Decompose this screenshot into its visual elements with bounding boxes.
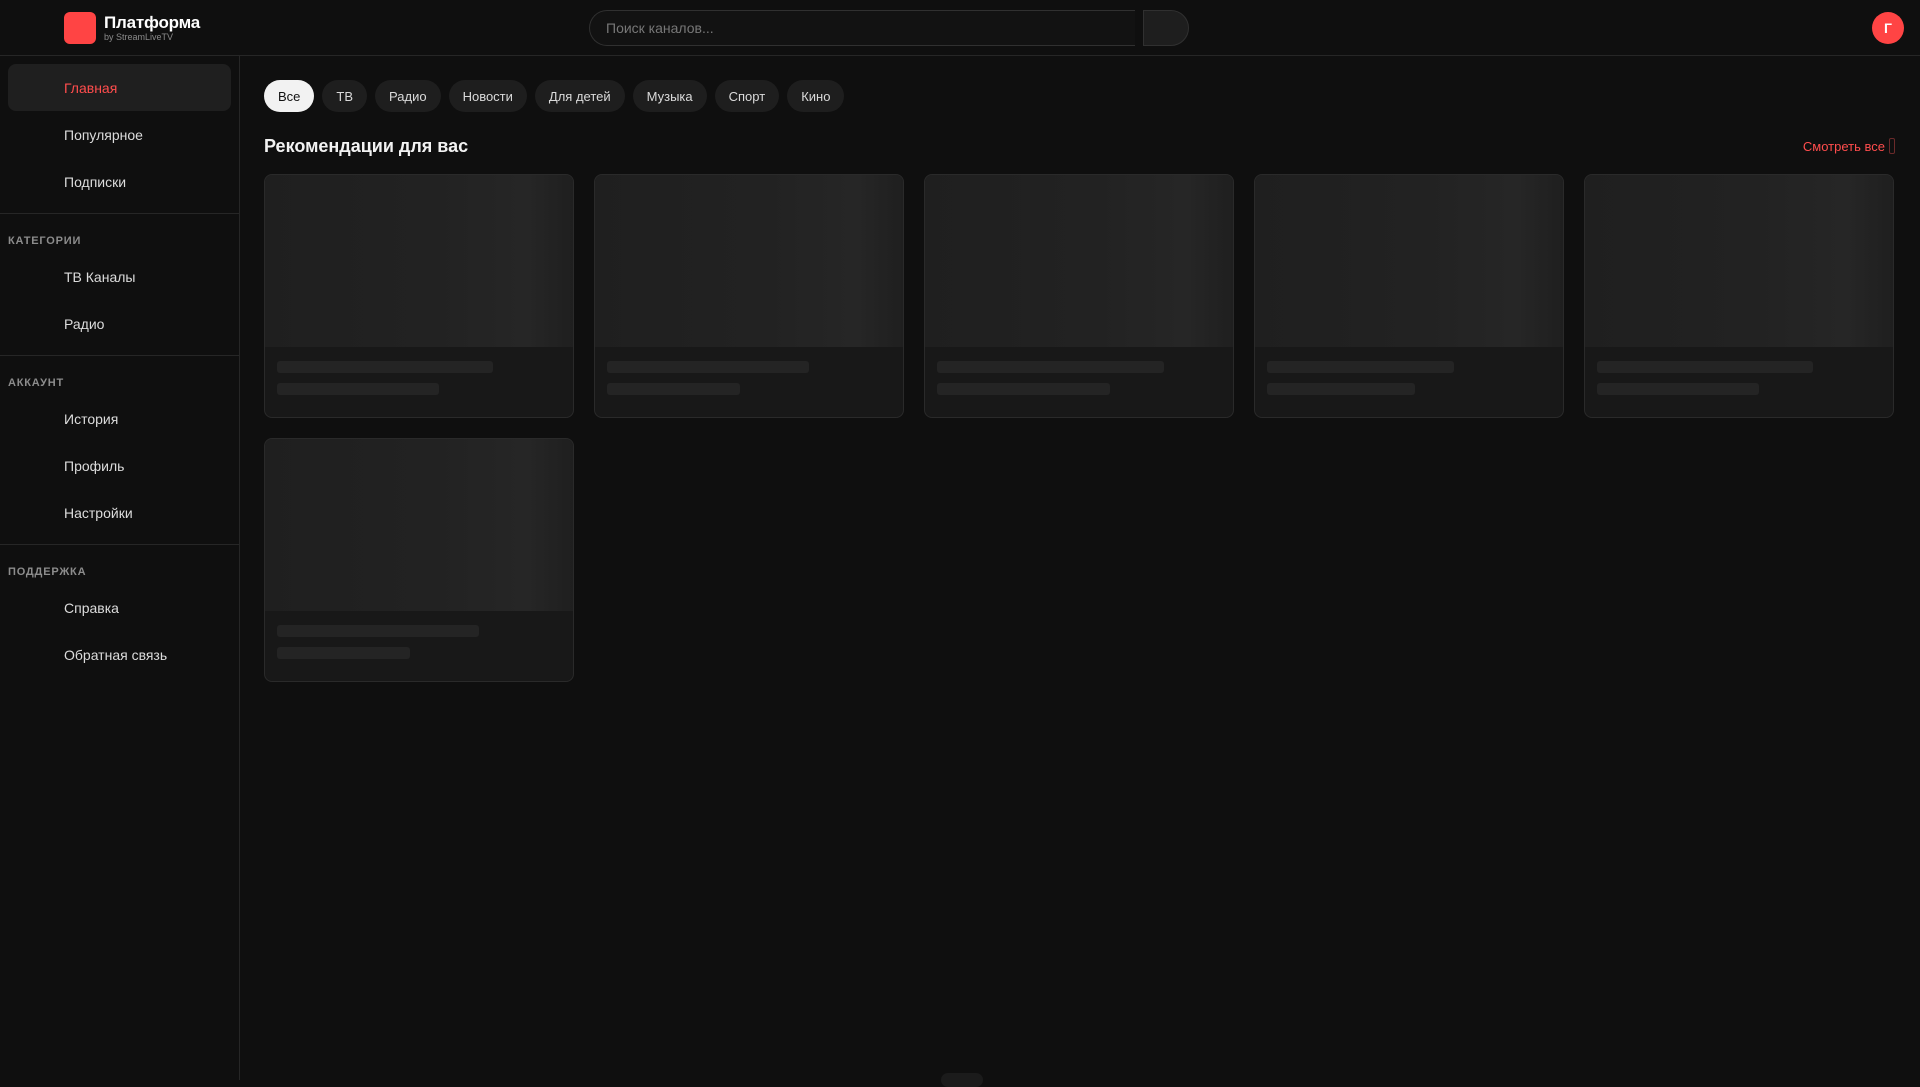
sidebar-item-label: Радио	[64, 315, 105, 332]
channel-card-placeholder[interactable]	[264, 438, 574, 682]
sidebar-item-label: Обратная связь	[64, 646, 168, 663]
channel-card-placeholder[interactable]	[594, 174, 904, 418]
sidebar-item-label: Настройки	[64, 504, 133, 521]
sidebar-item-account-2[interactable]: Настройки	[8, 489, 231, 536]
search-bar	[589, 10, 1189, 46]
logo-mark-icon	[64, 12, 96, 44]
card-thumbnail-placeholder	[265, 175, 573, 347]
card-body	[595, 347, 903, 409]
skeleton-subtitle-line	[277, 647, 411, 659]
card-body	[265, 611, 573, 673]
card-body	[265, 347, 573, 409]
skeleton-subtitle-line	[1267, 383, 1415, 395]
sidebar-item-account-1[interactable]: Профиль	[8, 442, 231, 489]
skeleton-title-line	[607, 361, 809, 373]
recommendations-grid	[264, 174, 1896, 682]
filter-chip-1[interactable]: ТВ	[322, 80, 368, 112]
sidebar-heading-account: АККАУНТ	[8, 377, 65, 389]
channel-card-placeholder[interactable]	[1254, 174, 1564, 418]
skeleton-title-line	[277, 361, 493, 373]
filter-chip-7[interactable]: Кино	[787, 80, 845, 112]
sidebar-categories-section: ТВ Каналы Радио	[0, 253, 239, 355]
filter-chip-4[interactable]: Для детей	[534, 80, 625, 112]
filter-chip-0[interactable]: Все	[264, 80, 315, 112]
sidebar-item-main-2[interactable]: Подписки	[8, 158, 231, 205]
top-header: Платформа by StreamLiveTV Г	[0, 0, 1920, 56]
sidebar-item-label: Подписки	[64, 173, 127, 190]
card-body	[1585, 347, 1893, 409]
sidebar-item-label: История	[64, 410, 119, 427]
sidebar-item-support-1[interactable]: Обратная связь	[8, 631, 231, 678]
filter-chip-6[interactable]: Спорт	[714, 80, 780, 112]
sidebar-heading-categories: КАТЕГОРИИ	[8, 235, 82, 247]
sidebar-item-account-0[interactable]: История	[8, 395, 231, 442]
sidebar-item-label: Справка	[64, 599, 119, 616]
sidebar-item-label: Главная	[64, 79, 118, 96]
card-body	[1255, 347, 1563, 409]
skeleton-subtitle-line	[1597, 383, 1759, 395]
filter-chip-5[interactable]: Музыка	[632, 80, 707, 112]
scroll-indicator[interactable]	[941, 1073, 983, 1087]
sidebar-item-main-0[interactable]: Главная	[8, 64, 231, 111]
card-thumbnail-placeholder	[1255, 175, 1563, 347]
filter-chip-2[interactable]: Радио	[375, 80, 441, 112]
card-thumbnail-placeholder	[925, 175, 1233, 347]
sidebar-item-category-0[interactable]: ТВ Каналы	[8, 253, 231, 300]
brand-text: Платформа by StreamLiveTV	[104, 14, 200, 42]
brand-logo[interactable]: Платформа by StreamLiveTV	[64, 12, 200, 44]
skeleton-subtitle-line	[937, 383, 1111, 395]
brand-subtitle: by StreamLiveTV	[104, 32, 174, 42]
sidebar-heading-support: ПОДДЕРЖКА	[8, 566, 87, 578]
card-body	[925, 347, 1233, 409]
see-all-label: Смотреть все	[1802, 138, 1885, 154]
category-chips: Все ТВ Радио Новости Для детей Музыка Спорт Кин…	[264, 80, 845, 112]
main-content: Все ТВ Радио Новости Для детей Музыка Спорт Кин…	[241, 56, 1920, 1087]
channel-card-placeholder[interactable]	[264, 174, 574, 418]
skeleton-subtitle-line	[277, 383, 439, 395]
filter-chip-3[interactable]: Новости	[448, 80, 527, 112]
sidebar-item-support-0[interactable]: Справка	[8, 584, 231, 631]
sidebar-item-label: ТВ Каналы	[64, 268, 136, 285]
channel-card-placeholder[interactable]	[924, 174, 1234, 418]
sidebar-account-section: История Профиль Настройки	[0, 395, 239, 544]
search-input[interactable]	[589, 10, 1135, 46]
sidebar-main-section: Главная Популярное Подписки	[0, 56, 239, 213]
card-thumbnail-placeholder	[1585, 175, 1893, 347]
section-title: Рекомендации для вас	[264, 136, 469, 156]
sidebar-support-section: Справка Обратная связь	[0, 584, 239, 686]
skeleton-title-line	[1597, 361, 1813, 373]
skeleton-title-line	[277, 625, 479, 637]
sidebar-item-label: Популярное	[64, 126, 143, 143]
see-all-link[interactable]: Смотреть все	[1803, 138, 1895, 154]
skeleton-title-line	[937, 361, 1165, 373]
card-thumbnail-placeholder	[595, 175, 903, 347]
sidebar: Главная Популярное Подписки КАТЕГОРИИ ТВ К…	[0, 56, 240, 1080]
channel-card-placeholder[interactable]	[1584, 174, 1894, 418]
sidebar-item-category-1[interactable]: Радио	[8, 300, 231, 347]
arrow-right-icon	[1889, 138, 1895, 154]
sidebar-item-main-1[interactable]: Популярное	[8, 111, 231, 158]
user-avatar[interactable]: Г	[1872, 12, 1904, 44]
card-thumbnail-placeholder	[265, 439, 573, 611]
sidebar-item-label: Профиль	[64, 457, 125, 474]
skeleton-title-line	[1267, 361, 1455, 373]
search-button[interactable]	[1143, 10, 1189, 46]
brand-title: Платформа	[104, 13, 200, 32]
skeleton-subtitle-line	[607, 383, 741, 395]
